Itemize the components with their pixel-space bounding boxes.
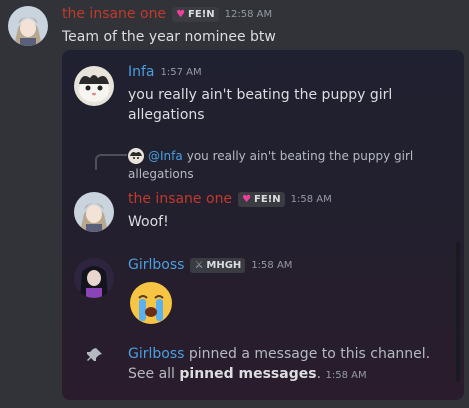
reply-preview[interactable]: @Infa you really ain't beating the puppy…: [128, 147, 413, 183]
pin-icon: [86, 346, 104, 368]
reply-avatar: [128, 148, 144, 164]
avatar-the-insane-one: [74, 192, 114, 232]
heart-skull-icon: ♥: [242, 193, 252, 205]
system-message: Girlboss pinned a message to this channe…: [128, 344, 430, 386]
message-timestamp: 1:57 AM: [160, 66, 202, 78]
reply-connector: [95, 154, 127, 170]
avatar-the-insane-one[interactable]: [8, 6, 48, 46]
pinned-messages-link[interactable]: pinned messages: [179, 366, 316, 382]
author-name[interactable]: the insane one: [128, 191, 232, 207]
author-name[interactable]: the insane one: [62, 6, 166, 22]
heart-skull-icon: ♥: [176, 8, 186, 20]
message-timestamp: 12:58 AM: [224, 8, 273, 20]
server-tag-label: FE!N: [254, 193, 281, 205]
server-tag-label: FE!N: [188, 8, 215, 20]
message-content: you really ain't beating the puppy girl …: [128, 85, 392, 125]
infa-header: Infa 1:57 AM: [128, 64, 202, 80]
message-timestamp: 1:58 AM: [325, 370, 367, 381]
avatar-infa: [74, 66, 114, 106]
system-text: .: [316, 366, 322, 382]
message-content: Team of the year nominee btw: [62, 29, 276, 45]
reply-text: allegations: [128, 167, 194, 181]
scrollbar[interactable]: [456, 242, 460, 382]
system-text: See all: [128, 366, 175, 382]
message-content: Woof!: [128, 214, 169, 230]
message-header: the insane one ♥ FE!N 12:58 AM: [62, 6, 272, 22]
message-line: allegations: [128, 107, 205, 123]
insane-header: the insane one ♥ FE!N 1:58 AM: [128, 191, 332, 207]
author-name[interactable]: Infa: [128, 64, 155, 80]
message-timestamp: 1:58 AM: [251, 259, 293, 271]
server-tag[interactable]: ⚔ MHGH: [190, 257, 246, 273]
reply-author[interactable]: @Infa: [148, 147, 183, 165]
message-line: you really ain't beating the puppy girl: [128, 87, 393, 103]
embedded-screenshot[interactable]: Infa 1:57 AM you really ain't beating th…: [62, 50, 464, 400]
girlboss-header: Girlboss ⚔ MHGH 1:58 AM: [128, 257, 292, 273]
author-name[interactable]: Girlboss: [128, 346, 184, 362]
server-tag-label: MHGH: [206, 259, 242, 271]
reply-text: you really ain't beating the puppy girl: [186, 149, 414, 163]
server-tag[interactable]: ♥ FE!N: [172, 6, 219, 22]
system-text: pinned a message to this channel.: [188, 346, 431, 362]
avatar-girlboss: [74, 258, 114, 298]
sword-icon: ⚔: [194, 259, 204, 271]
author-name[interactable]: Girlboss: [128, 257, 184, 273]
message-timestamp: 1:58 AM: [290, 193, 332, 205]
sobbing-emoji: [128, 280, 174, 330]
server-tag[interactable]: ♥ FE!N: [238, 191, 285, 207]
